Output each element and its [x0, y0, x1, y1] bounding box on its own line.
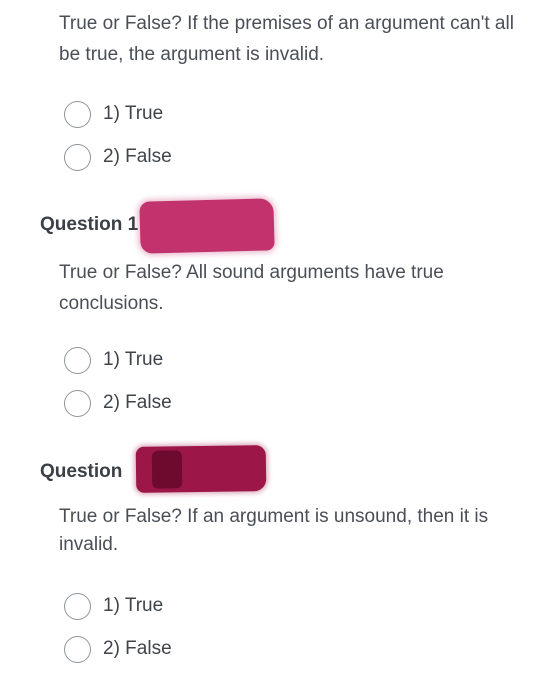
radio-button[interactable] [64, 592, 91, 620]
radio-button[interactable] [64, 635, 91, 663]
option-false[interactable]: 2) False [64, 387, 172, 419]
option-true[interactable]: 1) True [64, 590, 163, 622]
option-true[interactable]: 1) True [64, 344, 163, 376]
radio-button[interactable] [64, 389, 91, 417]
question-text: True or False? If the premises of an arg… [59, 13, 514, 65]
option-label: 1) True [103, 349, 164, 370]
question-text: True or False? If an argument is unsound… [59, 506, 489, 555]
radio-button[interactable] [64, 100, 91, 128]
option-true[interactable]: 1) True [64, 98, 163, 130]
option-false[interactable]: 2) False [64, 141, 172, 173]
question-heading: Question 1 [40, 214, 139, 235]
redaction-mark-dark [151, 450, 183, 489]
radio-button[interactable] [64, 346, 91, 374]
redaction-mark [135, 445, 267, 493]
option-label: 2) False [103, 392, 172, 413]
option-label: 1) True [103, 595, 164, 616]
option-label: 2) False [103, 146, 172, 167]
option-label: 2) False [103, 638, 172, 659]
question-heading: Question [40, 461, 123, 482]
redaction-mark [139, 198, 275, 254]
radio-button[interactable] [64, 143, 91, 171]
question-text: True or False? All sound arguments have … [59, 262, 444, 314]
option-false[interactable]: 2) False [64, 633, 172, 665]
option-label: 1) True [103, 103, 164, 124]
